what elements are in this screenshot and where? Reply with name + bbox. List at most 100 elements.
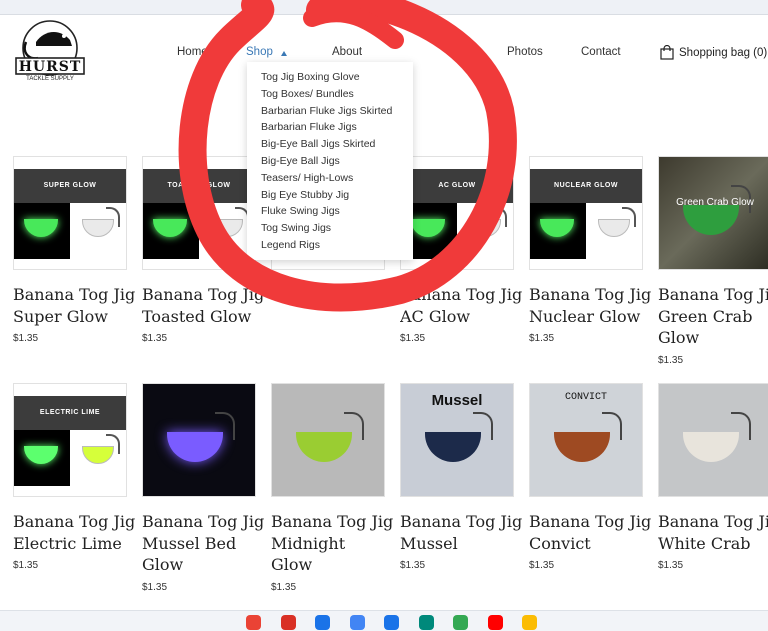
- messages-icon[interactable]: [384, 615, 399, 630]
- nav-about[interactable]: About: [332, 46, 362, 58]
- product-title-line: White Crab: [658, 533, 751, 553]
- product-banner: TOASTED GLOW: [143, 169, 255, 203]
- dropdown-item[interactable]: Barbarian Fluke Jigs: [247, 119, 413, 136]
- calendar-icon[interactable]: [315, 615, 330, 630]
- product-photo-label: CONVICT: [564, 392, 607, 403]
- dropdown-item[interactable]: Tog Boxes/ Bundles: [247, 86, 413, 103]
- brand-name: HURST: [18, 59, 82, 75]
- product-price: $1.35: [13, 560, 39, 571]
- product-title-line: Banana Tog Jig: [529, 512, 652, 531]
- product-image[interactable]: CONVICT: [529, 383, 643, 497]
- product-title-line: Green Crab: [658, 306, 753, 326]
- play-store-icon[interactable]: [453, 615, 468, 630]
- product-image[interactable]: TOASTED GLOW: [142, 156, 256, 270]
- jig-hook: [473, 412, 493, 440]
- photos-icon[interactable]: [522, 615, 537, 630]
- shopping-bag-button[interactable]: Shopping bag (0): [660, 45, 767, 60]
- caret-up-icon: [281, 51, 287, 56]
- dropdown-item[interactable]: Big-Eye Ball Jigs Skirted: [247, 136, 413, 153]
- shop-dropdown-menu: Tog Jig Boxing Glove Tog Boxes/ Bundles …: [247, 62, 413, 260]
- product-image[interactable]: NUCLEAR GLOW: [529, 156, 643, 270]
- product-price: $1.35: [658, 560, 684, 571]
- shopping-bag-label: Shopping bag (0): [679, 46, 768, 59]
- product-title-line: Banana Tog Jig: [13, 285, 136, 304]
- taskbar: [0, 610, 768, 631]
- product-title-line: Banana Tog Jig: [13, 512, 136, 531]
- nav-photos[interactable]: Photos: [507, 46, 543, 58]
- hurst-logo[interactable]: HURST TACKLE SUPPLY: [14, 20, 86, 86]
- product-title-line: Banana Tog Jig: [271, 512, 394, 531]
- product-image[interactable]: Green Crab Glow: [658, 156, 768, 270]
- jig-hook: [731, 412, 751, 440]
- dropdown-item[interactable]: Big Eye Stubby Jig: [247, 187, 413, 204]
- product-title[interactable]: Banana Tog Jig Nuclear Glow: [529, 284, 657, 327]
- product-title-line: Banana Tog Jig: [400, 285, 523, 304]
- dropdown-item[interactable]: Big-Eye Ball Jigs: [247, 153, 413, 170]
- product-title-line: Super Glow: [13, 306, 108, 326]
- product-image[interactable]: AC GLOW: [400, 156, 514, 270]
- product-title[interactable]: Banana Tog Jig Toasted Glow: [142, 284, 270, 327]
- product-price: $1.35: [142, 333, 168, 344]
- product-image[interactable]: [271, 383, 385, 497]
- product-price: $1.35: [142, 581, 168, 593]
- product-price: $1.35: [529, 333, 555, 344]
- product-title[interactable]: Banana Tog Jig AC Glow: [400, 284, 528, 327]
- product-price: $1.35: [271, 581, 297, 593]
- product-title[interactable]: Banana Tog Jig Green Crab Glow: [658, 284, 768, 349]
- jig-hook: [106, 434, 120, 454]
- product-title-line: Banana Tog Jig: [400, 512, 523, 531]
- meet-icon[interactable]: [418, 615, 434, 630]
- product-image[interactable]: SUPER GLOW: [13, 156, 127, 270]
- product-price: $1.35: [13, 333, 39, 344]
- dropdown-item[interactable]: Tog Jig Boxing Glove: [247, 69, 413, 86]
- product-title-line: Banana Tog Jig: [658, 512, 768, 531]
- product-banner: ELECTRIC LIME: [14, 396, 126, 430]
- dropdown-item[interactable]: Teasers/ High-Lows: [247, 170, 413, 187]
- product-title-line: Toasted Glow: [142, 306, 252, 326]
- product-title-line: Convict: [529, 533, 591, 553]
- product-title-line: Banana Tog Jig: [658, 285, 768, 304]
- product-title[interactable]: Banana Tog Jig: [271, 284, 399, 306]
- nav-shop[interactable]: Shop: [246, 46, 273, 58]
- product-title-line: Glow: [658, 328, 700, 347]
- product-price: $1.35: [400, 560, 426, 571]
- files-icon[interactable]: [349, 615, 365, 630]
- jig-hook: [622, 207, 636, 227]
- product-title-line: Banana Tog Jig: [142, 512, 265, 531]
- product-title[interactable]: Banana Tog Jig Convict: [529, 511, 657, 554]
- product-banner: AC GLOW: [401, 169, 513, 203]
- product-price: $1.35: [658, 354, 684, 366]
- shopping-bag-icon: [660, 45, 674, 60]
- product-banner: SUPER GLOW: [14, 169, 126, 203]
- product-image[interactable]: Mussel: [400, 383, 514, 497]
- youtube-icon[interactable]: [487, 615, 503, 630]
- product-image[interactable]: [142, 383, 256, 497]
- product-title[interactable]: Banana Tog Jig White Crab: [658, 511, 768, 554]
- product-price: $1.35: [400, 333, 426, 344]
- product-title-line: Mussel Bed: [142, 533, 237, 553]
- dropdown-item[interactable]: Tog Swing Jigs: [247, 220, 413, 237]
- dropdown-item[interactable]: Legend Rigs: [247, 237, 413, 254]
- product-title[interactable]: Banana Tog Jig Midnight Glow: [271, 511, 399, 576]
- nav-contact[interactable]: Contact: [581, 46, 621, 58]
- product-title-line: Banana Tog Jig: [529, 285, 652, 304]
- product-image[interactable]: [658, 383, 768, 497]
- dropdown-item[interactable]: Barbarian Fluke Jigs Skirted: [247, 103, 413, 120]
- product-title[interactable]: Banana Tog Jig Electric Lime: [13, 511, 141, 554]
- jig-hook: [215, 412, 235, 440]
- nav-home[interactable]: Home: [177, 46, 208, 58]
- product-title[interactable]: Banana Tog Jig Mussel Bed Glow: [142, 511, 270, 576]
- jig-hook: [106, 207, 120, 227]
- product-photo-label: Mussel: [431, 392, 483, 409]
- gmail-icon[interactable]: [280, 615, 296, 630]
- product-image[interactable]: ELECTRIC LIME: [13, 383, 127, 497]
- product-title[interactable]: Banana Tog Jig Mussel: [400, 511, 528, 554]
- product-title[interactable]: Banana Tog Jig Super Glow: [13, 284, 141, 327]
- product-title-line: AC Glow: [400, 306, 471, 326]
- product-title-line: Mussel: [400, 533, 458, 553]
- brand-sub: TACKLE SUPPLY: [26, 76, 74, 82]
- product-title-line: Banana Tog Jig: [142, 285, 265, 304]
- dropdown-item[interactable]: Fluke Swing Jigs: [247, 203, 413, 220]
- chrome-icon[interactable]: [246, 615, 261, 630]
- product-title-line: Midnight: [271, 533, 346, 553]
